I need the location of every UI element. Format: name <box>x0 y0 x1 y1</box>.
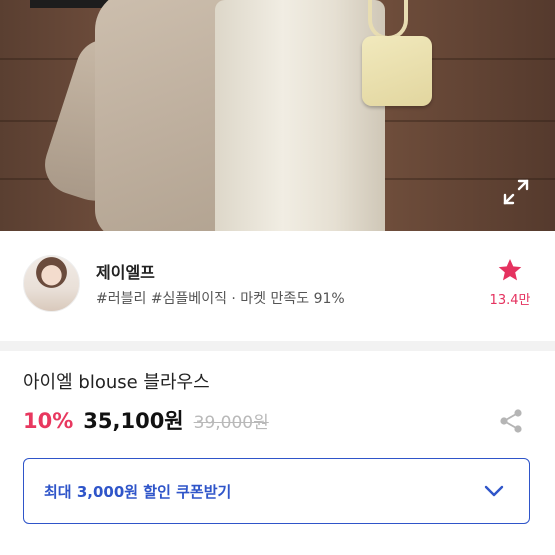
seller-name[interactable]: 제이엘프 <box>96 259 155 283</box>
handbag <box>362 36 432 106</box>
photo-detail <box>30 0 110 8</box>
section-divider <box>0 341 555 351</box>
coupon-label: 최대 3,000원 할인 쿠폰받기 <box>44 483 232 501</box>
seller-tags: #러블리 #심플베이직 · 마켓 만족도 91% <box>96 291 345 307</box>
favorite-button[interactable]: 13.4만 <box>486 257 534 308</box>
share-icon[interactable] <box>498 408 524 434</box>
original-price: 39,000원 <box>193 413 269 433</box>
star-icon <box>498 258 522 281</box>
sale-price: 35,100원 <box>83 409 184 433</box>
chevron-down-icon <box>484 485 504 497</box>
product-title: 아이엘 blouse 블라우스 <box>23 372 210 393</box>
favorite-count: 13.4만 <box>489 293 531 308</box>
product-photo[interactable] <box>0 0 555 231</box>
coupon-button[interactable]: 최대 3,000원 할인 쿠폰받기 <box>23 458 530 524</box>
seller-section[interactable]: 제이엘프 #러블리 #심플베이직 · 마켓 만족도 91% 13.4만 <box>0 231 555 341</box>
discount-rate: 10% <box>23 409 74 433</box>
bag-strap <box>368 0 408 40</box>
price-row: 10% 35,100원 39,000원 <box>23 405 269 435</box>
expand-icon[interactable] <box>502 178 530 206</box>
product-page: 제이엘프 #러블리 #심플베이직 · 마켓 만족도 91% 13.4만 아이엘 … <box>0 0 555 555</box>
seller-avatar[interactable] <box>23 255 80 312</box>
pants <box>215 0 385 231</box>
